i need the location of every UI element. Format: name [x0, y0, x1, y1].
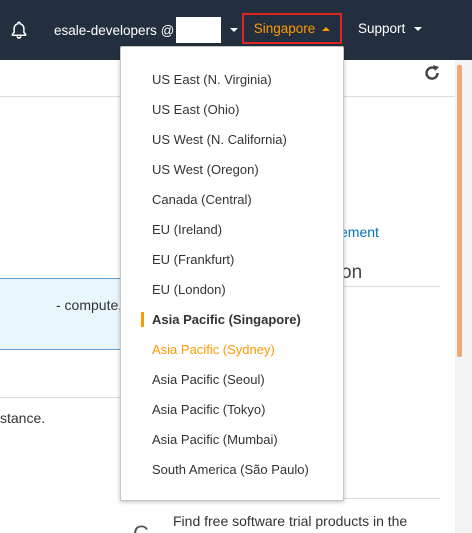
support-menu[interactable]: Support [358, 21, 423, 36]
chevron-down-icon [414, 26, 423, 31]
account-label: esale-developers @ [54, 22, 175, 38]
region-option[interactable]: South America (São Paulo) [121, 455, 343, 485]
region-selector-button[interactable]: Singapore [242, 13, 342, 44]
scrollbar-thumb[interactable] [457, 65, 462, 357]
region-option[interactable]: EU (Ireland) [121, 215, 343, 245]
partial-link[interactable]: ement [340, 224, 379, 240]
account-menu[interactable]: esale-developers @ [54, 17, 239, 43]
chevron-down-icon [230, 28, 239, 32]
region-option[interactable]: Asia Pacific (Mumbai) [121, 425, 343, 455]
region-option[interactable]: Canada (Central) [121, 185, 343, 215]
info-panel [0, 278, 130, 350]
region-option[interactable]: EU (London) [121, 275, 343, 305]
partial-icon: C [133, 521, 149, 533]
section-divider [343, 286, 440, 287]
region-option[interactable]: Asia Pacific (Tokyo) [121, 395, 343, 425]
account-id-redaction [176, 17, 222, 43]
partial-body-text: stance. [0, 410, 46, 426]
region-option[interactable]: Asia Pacific (Sydney) [121, 335, 343, 365]
region-list: US East (N. Virginia) US East (Ohio) US We… [121, 65, 343, 485]
bell-icon[interactable] [9, 20, 29, 40]
free-trial-text: Find free software trial products in the [173, 513, 408, 529]
refresh-icon[interactable] [422, 63, 442, 83]
region-option[interactable]: US West (Oregon) [121, 155, 343, 185]
region-dropdown-menu: US East (N. Virginia) US East (Ohio) US We… [120, 46, 344, 501]
support-label: Support [358, 21, 406, 36]
page-scrollbar[interactable] [455, 60, 472, 533]
info-panel-text: - compute, [56, 297, 123, 313]
chevron-up-icon [322, 26, 331, 31]
content-divider [0, 397, 120, 398]
region-option[interactable]: EU (Frankfurt) [121, 245, 343, 275]
region-option[interactable]: Asia Pacific (Singapore) [121, 305, 343, 335]
region-selector-label: Singapore [253, 21, 316, 36]
trial-divider [344, 498, 440, 499]
partial-section-heading: on [341, 262, 363, 283]
region-option[interactable]: Asia Pacific (Seoul) [121, 365, 343, 395]
region-option[interactable]: US East (N. Virginia) [121, 65, 343, 95]
region-option[interactable]: US West (N. California) [121, 125, 343, 155]
region-option[interactable]: US East (Ohio) [121, 95, 343, 125]
